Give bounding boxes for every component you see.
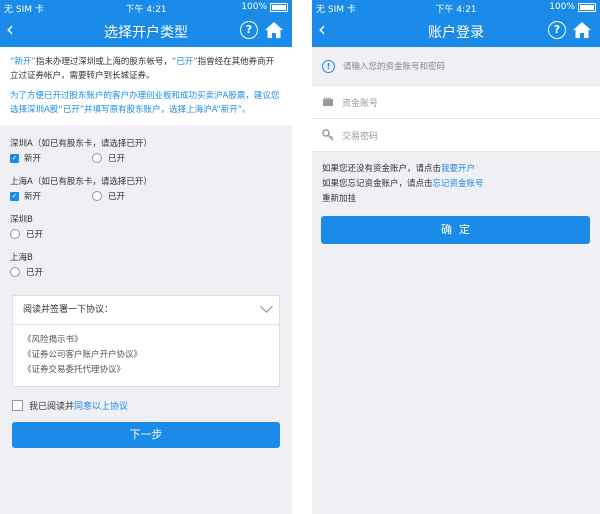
sz-b-section: 深圳B 已开 <box>0 213 292 243</box>
radio-icon <box>92 191 102 201</box>
sz-b-existing-option[interactable]: 已开 <box>10 228 92 240</box>
radio-icon <box>92 153 102 163</box>
home-icon[interactable] <box>572 20 592 40</box>
sh-a-existing-option[interactable]: 已开 <box>92 190 174 202</box>
sz-a-existing-option[interactable]: 已开 <box>92 152 174 164</box>
recommendation-text: 为了方便已开过股东账户的客户办理创业板和成功买卖沪A股票，建议您选择深圳A股“已… <box>10 91 280 115</box>
section-title: 深圳B <box>10 215 33 225</box>
key-icon <box>322 129 334 141</box>
account-type-screen: 无 SIM 卡 下午 4:21 100% ‹ 选择开户类型 ? “新开”指未办理… <box>0 0 292 514</box>
agree-checkbox-row: 我已阅读并 同意以上协议 <box>0 399 292 412</box>
agreement-card: 阅读并签署一下协议： 《风险揭示书》 《证券公司客户账户开户协议》 《证券交易委… <box>12 295 280 387</box>
account-placeholder: 资金账号 <box>342 98 379 109</box>
password-field[interactable]: 交易密码 <box>312 119 600 152</box>
next-button[interactable]: 下一步 <box>12 422 280 448</box>
agreement-list: 《风险揭示书》 《证券公司客户账户开户协议》 《证券交易委托代理协议》 <box>13 325 279 386</box>
sh-b-section: 上海B 已开 <box>0 251 292 281</box>
nav-bar: ‹ 选择开户类型 ? <box>0 15 292 47</box>
sh-a-section: 上海A（如已有股东卡，请选择已开） ✓ 新开 已开 <box>0 175 292 205</box>
login-hint: ! 请输入您的资金账号和密码 <box>312 47 600 85</box>
password-placeholder: 交易密码 <box>342 131 379 142</box>
battery-icon <box>578 2 596 12</box>
agreement-header[interactable]: 阅读并签署一下协议： <box>13 296 279 325</box>
home-icon[interactable] <box>264 20 284 40</box>
checked-icon: ✓ <box>10 153 19 163</box>
term-new: “新开” <box>10 57 36 67</box>
account-field[interactable]: 资金账号 <box>312 85 600 119</box>
help-icon[interactable]: ? <box>548 21 566 39</box>
battery-percent: 100% <box>241 2 267 12</box>
battery-percent: 100% <box>549 2 575 12</box>
section-title: 上海B <box>10 253 33 263</box>
section-title: 深圳A（如已有股东卡，请选择已开） <box>10 139 152 149</box>
checked-icon: ✓ <box>10 191 19 201</box>
agreement-item[interactable]: 《证券公司客户账户开户协议》 <box>23 348 269 363</box>
sh-b-existing-option[interactable]: 已开 <box>10 266 92 278</box>
open-account-link[interactable]: 我要开户 <box>441 164 475 174</box>
status-bar: 无 SIM 卡 下午 4:21 100% <box>0 0 292 15</box>
nav-bar: ‹ 账户登录 ? <box>312 15 600 47</box>
agree-checkbox[interactable] <box>12 400 23 411</box>
sz-a-section: 深圳A（如已有股东卡，请选择已开） ✓ 新开 已开 <box>0 137 292 167</box>
sz-a-new-option[interactable]: ✓ 新开 <box>10 152 92 164</box>
forgot-account-link[interactable]: 忘记资金账号 <box>433 179 484 189</box>
confirm-button[interactable]: 确 定 <box>321 216 590 244</box>
status-bar: 无 SIM 卡 下午 4:21 100% <box>312 0 600 15</box>
open-type-explanation: “新开”指未办理过深圳或上海的股东帐号，“已开”指曾经在其他券商开立过证券帐户，… <box>0 47 292 125</box>
radio-icon <box>10 267 20 277</box>
agree-label: 我已阅读并 <box>29 402 75 412</box>
agreement-item[interactable]: 《风险揭示书》 <box>23 333 269 348</box>
sh-a-new-option[interactable]: ✓ 新开 <box>10 190 92 202</box>
account-help: 如果您还没有资金账户，请点击我要开户 如果您忘记资金账户，请点击忘记资金账号 重… <box>312 152 600 207</box>
chevron-down-icon <box>260 300 273 313</box>
agreement-item[interactable]: 《证券交易委托代理协议》 <box>23 363 269 378</box>
help-icon[interactable]: ? <box>240 21 258 39</box>
agree-link[interactable]: 同意以上协议 <box>74 399 128 412</box>
account-login-screen: 无 SIM 卡 下午 4:21 100% ‹ 账户登录 ? ! 请输入您的资金账… <box>312 0 600 514</box>
section-title: 上海A（如已有股东卡，请选择已开） <box>10 177 152 187</box>
info-icon: ! <box>322 59 335 73</box>
wallet-icon <box>323 97 333 106</box>
term-existing: “已开” <box>171 57 198 67</box>
battery-icon <box>270 2 288 12</box>
radio-icon <box>10 229 20 239</box>
relock-link[interactable]: 重新加挂 <box>322 192 590 207</box>
